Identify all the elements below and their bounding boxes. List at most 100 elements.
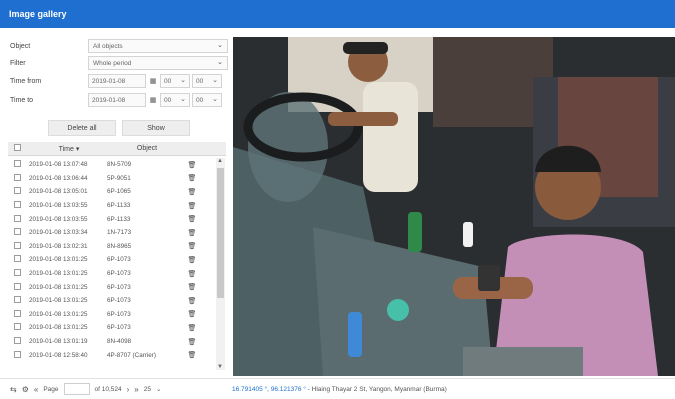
time-to-minute-select[interactable]: 00 ⌄ (192, 93, 222, 107)
time-from-hour-value: 00 (164, 77, 172, 85)
trash-icon[interactable]: 🗑 (187, 174, 197, 182)
row-time: 2019-01-08 13:01:25 (29, 297, 88, 305)
row-checkbox[interactable] (14, 282, 21, 290)
table-row[interactable]: 2019-01-08 13:01:25 6P-1073 🗑 (8, 280, 216, 294)
row-checkbox[interactable] (14, 323, 21, 331)
settings-icon[interactable]: ⚙ (22, 385, 29, 394)
row-time: 2019-01-08 13:05:01 (29, 188, 88, 196)
table-row[interactable]: 2019-01-08 12:58:40 4P-8707 (Carrier) 🗑 (8, 348, 216, 362)
time-from-date-input[interactable]: 2019-01-08 (88, 74, 146, 88)
trash-icon[interactable]: 🗑 (187, 338, 197, 346)
trash-icon[interactable]: 🗑 (187, 351, 197, 359)
table-row[interactable]: 2019-01-08 13:02:31 8N-8965 🗑 (8, 240, 216, 254)
time-to-date-input[interactable]: 2019-01-08 (88, 93, 146, 107)
time-to-hour-select[interactable]: 00 ⌄ (160, 93, 190, 107)
row-checkbox[interactable] (14, 201, 21, 209)
refresh-icon[interactable]: ⇆ (10, 385, 17, 394)
row-time: 2019-01-08 13:03:55 (29, 202, 88, 210)
table-row[interactable]: 2019-01-08 13:03:55 6P-1133 🗑 (8, 212, 216, 226)
last-page-icon[interactable]: » (134, 385, 138, 394)
object-label: Object (10, 42, 31, 50)
trash-icon[interactable]: 🗑 (187, 229, 197, 237)
row-time: 2019-01-08 13:03:34 (29, 229, 88, 237)
calendar-icon[interactable]: ▦ (148, 77, 158, 85)
trash-icon[interactable]: 🗑 (187, 256, 197, 264)
table-row[interactable]: 2019-01-08 13:01:25 6P-1073 🗑 (8, 321, 216, 335)
scroll-up-icon[interactable]: ▲ (217, 158, 223, 164)
first-page-icon[interactable]: « (34, 385, 38, 394)
column-header-object[interactable]: Object (112, 145, 182, 152)
row-object: 6P-1073 (107, 310, 131, 318)
trash-icon[interactable]: 🗑 (187, 270, 197, 278)
page-input[interactable] (63, 383, 90, 395)
table-row[interactable]: 2019-01-08 13:06:44 5P-9051 🗑 (8, 172, 216, 186)
table-row[interactable]: 2019-01-08 13:01:25 6P-1073 🗑 (8, 294, 216, 308)
row-checkbox[interactable] (14, 214, 21, 222)
object-select[interactable]: All objects ⌄ (88, 39, 228, 53)
row-checkbox[interactable] (14, 269, 21, 277)
scrollbar-thumb[interactable] (217, 168, 224, 298)
image-caption: 16.791405 °, 96.121376 ° - Hlaing Thayar… (232, 386, 447, 393)
row-object: 6P-1133 (107, 215, 131, 223)
object-filter-row: Object All objects ⌄ (10, 38, 228, 54)
sort-desc-icon: ▾ (75, 145, 80, 153)
select-all-checkbox[interactable] (14, 144, 21, 151)
table-row[interactable]: 2019-01-08 13:01:25 6P-1073 🗑 (8, 308, 216, 322)
period-select[interactable]: Whole period ⌄ (88, 56, 228, 70)
table-row[interactable]: 2019-01-08 13:03:55 6P-1133 🗑 (8, 199, 216, 213)
row-checkbox[interactable] (14, 160, 21, 168)
table-row[interactable]: 2019-01-08 13:03:34 1N-7173 🗑 (8, 226, 216, 240)
page-label: Page (43, 385, 59, 393)
chevron-down-icon: ⌄ (217, 42, 223, 49)
trash-icon[interactable]: 🗑 (187, 283, 197, 291)
time-from-hour-select[interactable]: 00 ⌄ (160, 74, 190, 88)
row-checkbox[interactable] (14, 241, 21, 249)
row-time: 2019-01-08 13:01:25 (29, 310, 88, 318)
row-time: 2019-01-08 13:03:55 (29, 215, 88, 223)
row-checkbox[interactable] (14, 296, 21, 304)
table-row[interactable]: 2019-01-08 13:05:01 6P-1065 🗑 (8, 185, 216, 199)
trash-icon[interactable]: 🗑 (187, 310, 197, 318)
table-row[interactable]: 2019-01-08 13:07:48 8N-5709 🗑 (8, 158, 216, 172)
gps-coordinates-link[interactable]: 16.791405 °, 96.121376 ° (232, 386, 306, 393)
trash-icon[interactable]: 🗑 (187, 297, 197, 305)
trash-icon[interactable]: 🗑 (187, 202, 197, 210)
show-button[interactable]: Show (122, 120, 190, 136)
calendar-icon[interactable]: ▦ (148, 96, 158, 104)
row-checkbox[interactable] (14, 350, 21, 358)
table-row[interactable]: 2019-01-08 13:01:19 8N-4098 🗑 (8, 335, 216, 349)
time-from-minute-select[interactable]: 00 ⌄ (192, 74, 222, 88)
row-time: 2019-01-08 13:01:25 (29, 256, 88, 264)
column-header-time[interactable]: Time ▾ (26, 145, 112, 153)
column-header-time-label: Time (58, 145, 74, 153)
row-checkbox[interactable] (14, 309, 21, 317)
chevron-down-icon: ⌄ (180, 96, 186, 103)
row-checkbox[interactable] (14, 173, 21, 181)
row-checkbox[interactable] (14, 255, 21, 263)
pager: ⇆ ⚙ « Page of 10,524 › » 25 ⌄ (0, 383, 232, 395)
chevron-down-icon: ⌄ (212, 96, 218, 103)
row-object: 6P-1133 (107, 202, 131, 210)
chevron-down-icon: ⌄ (212, 77, 218, 84)
row-object: 6P-1065 (107, 188, 131, 196)
row-object: 8N-4098 (107, 338, 132, 346)
time-to-hour-value: 00 (164, 96, 172, 104)
next-page-icon[interactable]: › (127, 385, 130, 394)
scroll-down-icon[interactable]: ▼ (217, 364, 223, 370)
page-size-select[interactable]: 25 (144, 386, 151, 393)
table-row[interactable]: 2019-01-08 13:01:25 6P-1073 🗑 (8, 267, 216, 281)
row-checkbox[interactable] (14, 187, 21, 195)
trash-icon[interactable]: 🗑 (187, 161, 197, 169)
list-scrollbar[interactable]: ▲ ▼ (216, 158, 225, 370)
trash-icon[interactable]: 🗑 (187, 324, 197, 332)
delete-all-button[interactable]: Delete all (48, 120, 116, 136)
trash-icon[interactable]: 🗑 (187, 215, 197, 223)
snapshot-image (233, 37, 675, 376)
location-address: - Hlaing Thayar 2 St, Yangon, Myanmar (B… (305, 385, 447, 393)
row-checkbox[interactable] (14, 228, 21, 236)
table-row[interactable]: 2019-01-08 13:01:25 6P-1073 🗑 (8, 253, 216, 267)
row-checkbox[interactable] (14, 337, 21, 345)
row-object: 5P-9051 (107, 174, 131, 182)
trash-icon[interactable]: 🗑 (187, 242, 197, 250)
trash-icon[interactable]: 🗑 (187, 188, 197, 196)
